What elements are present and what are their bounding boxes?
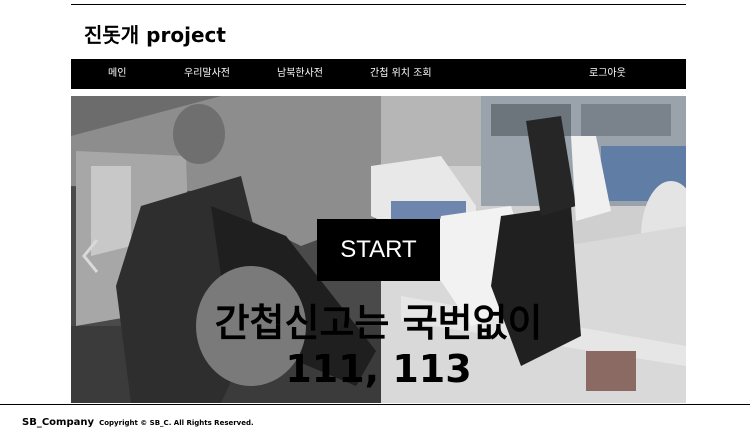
nav-item-main[interactable]: 메인 [108, 59, 126, 89]
carousel-prev-control[interactable] [79, 236, 103, 276]
footer-rule [0, 404, 750, 405]
logout-link[interactable]: 로그아웃 [589, 59, 626, 89]
footer: SB_Company Copyright © SB_C. All Rights … [22, 410, 254, 429]
chevron-right-icon [658, 239, 675, 273]
hero-headline: 간첩신고는 국번없이 [214, 301, 543, 345]
nav-item-spy-location-lookup[interactable]: 간첩 위치 조회 [370, 59, 432, 89]
hero-phone-numbers: 111, 113 [285, 347, 472, 391]
main-navbar: 메인 우리말사전 남북한사전 간첩 위치 조회 로그아웃 [71, 59, 686, 89]
site-title: 진돗개 project [84, 23, 226, 47]
footer-copyright: Copyright © SB_C. All Rights Reserved. [99, 419, 254, 427]
carousel-next-control[interactable] [654, 236, 678, 276]
start-button[interactable]: START [317, 219, 440, 281]
footer-company: SB_Company [22, 417, 94, 428]
nav-item-inter-korean-dictionary[interactable]: 남북한사전 [277, 59, 323, 89]
hero-carousel: START 간첩신고는 국번없이 111, 113 [71, 96, 686, 403]
nav-item-korean-dictionary[interactable]: 우리말사전 [184, 59, 230, 89]
chevron-left-icon [82, 239, 99, 273]
header-top-rule [71, 4, 686, 5]
